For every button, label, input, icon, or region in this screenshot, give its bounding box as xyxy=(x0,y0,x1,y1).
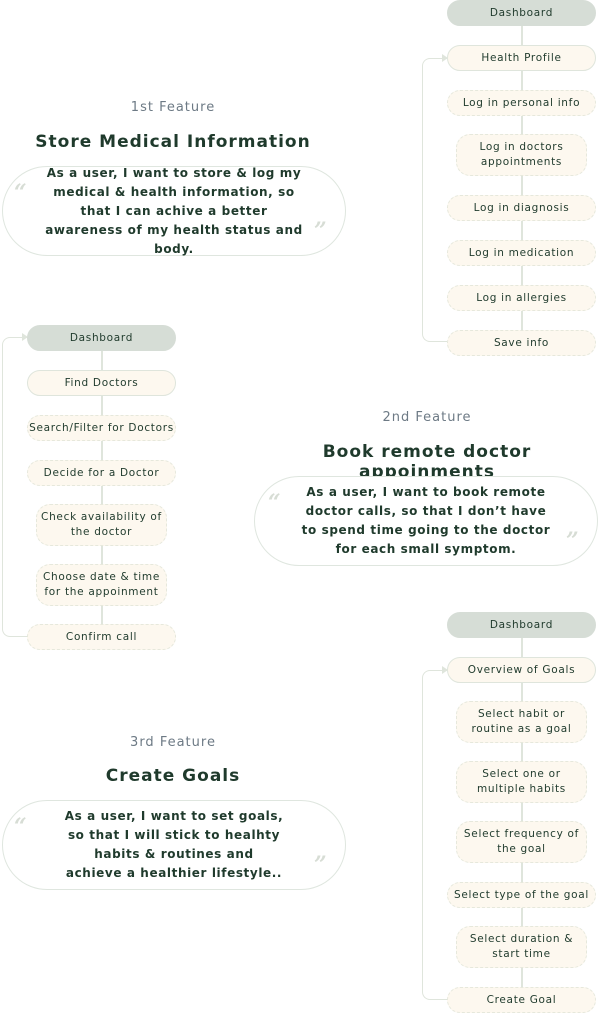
flow2-step-search-filter[interactable]: Search/Filter for Doctors xyxy=(27,415,176,441)
flow1-step-diagnosis[interactable]: Log in diagnosis xyxy=(447,195,596,221)
flow2-step-check-availability[interactable]: Check availability of the doctor xyxy=(36,504,167,546)
flow1-step-medication[interactable]: Log in medication xyxy=(447,240,596,266)
feature3-quote-close-icon: ” xyxy=(314,852,327,878)
flow1-step-personal-info[interactable]: Log in personal info xyxy=(447,90,596,116)
flow1-step-health-profile[interactable]: Health Profile xyxy=(447,45,596,71)
flow2-step-confirm-call[interactable]: Confirm call xyxy=(27,624,176,650)
feature3-story-text: As a user, I want to set goals, so that … xyxy=(64,809,284,880)
flow3-step-overview-goals[interactable]: Overview of Goals xyxy=(447,657,596,683)
flow3-loop-line xyxy=(422,670,447,1000)
feature2-quote-close-icon: ” xyxy=(566,528,579,554)
flow3-dashboard-node[interactable]: Dashboard xyxy=(447,612,596,638)
feature3-label: 3rd Feature xyxy=(130,735,216,750)
feature1-quote-close-icon: ” xyxy=(314,218,327,244)
feature1-quote-open-icon: “ xyxy=(14,180,27,206)
feature1-user-story: As a user, I want to store & log my medi… xyxy=(2,166,346,256)
feature1-label: 1st Feature xyxy=(130,100,216,115)
feature3-user-story: As a user, I want to set goals, so that … xyxy=(2,800,346,890)
flow1-loop-line xyxy=(422,58,447,342)
flow3-step-create-goal[interactable]: Create Goal xyxy=(447,987,596,1013)
flow3-step-select-frequency[interactable]: Select frequency of the goal xyxy=(456,821,587,863)
flow2-dashboard-node[interactable]: Dashboard xyxy=(27,325,176,351)
flow1-step-allergies[interactable]: Log in allergies xyxy=(447,285,596,311)
flow1-step-save-info[interactable]: Save info xyxy=(447,330,596,356)
flow2-loop-line xyxy=(2,337,27,637)
flow1-step-doctors-appointments[interactable]: Log in doctors appointments xyxy=(456,134,587,176)
feature1-title: Store Medical Information xyxy=(35,132,311,152)
feature3-title: Create Goals xyxy=(105,766,241,786)
flow3-step-select-duration[interactable]: Select duration & start time xyxy=(456,926,587,968)
feature2-quote-open-icon: “ xyxy=(268,490,281,516)
flow2-step-choose-date-time[interactable]: Choose date & time for the appoinment xyxy=(36,564,167,606)
flow3-step-select-habits[interactable]: Select one or multiple habits xyxy=(456,761,587,803)
flow3-step-select-type[interactable]: Select type of the goal xyxy=(447,882,596,908)
feature3-quote-open-icon: “ xyxy=(14,814,27,840)
feature2-label: 2nd Feature xyxy=(382,410,472,425)
flow3-step-select-habit-routine[interactable]: Select habit or routine as a goal xyxy=(456,701,587,743)
feature2-story-text: As a user, I want to book remote doctor … xyxy=(301,485,551,556)
flow2-step-find-doctors[interactable]: Find Doctors xyxy=(27,370,176,396)
flow1-dashboard-node[interactable]: Dashboard xyxy=(447,0,596,26)
feature1-story-text: As a user, I want to store & log my medi… xyxy=(45,165,303,256)
flow2-step-decide-doctor[interactable]: Decide for a Doctor xyxy=(27,460,176,486)
feature2-user-story: As a user, I want to book remote doctor … xyxy=(254,476,598,566)
